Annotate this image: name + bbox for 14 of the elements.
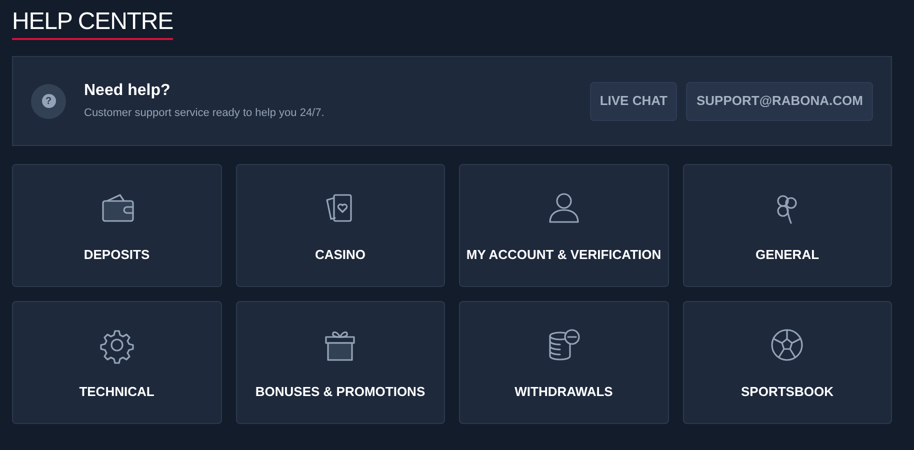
category-card[interactable]: BONUSES & PROMOTIONS — [236, 301, 445, 424]
page-title: HELP CENTRE — [12, 6, 174, 40]
category-card[interactable]: DEPOSITS — [12, 164, 222, 287]
contact-button[interactable]: SUPPORT@RABONA.COM — [686, 82, 873, 120]
help-heading: Need help? — [84, 80, 172, 101]
category-card[interactable]: MY ACCOUNT & VERIFICATION — [459, 164, 668, 287]
category-card[interactable]: CASINO — [236, 164, 445, 287]
category-card[interactable]: TECHNICAL — [12, 301, 222, 424]
category-card[interactable]: SPORTSBOOK — [682, 301, 892, 424]
contact-button[interactable]: LIVE CHAT — [590, 82, 678, 120]
question-icon: ? — [42, 94, 56, 108]
category-card[interactable]: WITHDRAWALS — [459, 301, 668, 424]
help-text: Customer support service ready to help you 24/7. — [84, 106, 324, 121]
category-card[interactable]: GENERAL — [682, 164, 892, 287]
